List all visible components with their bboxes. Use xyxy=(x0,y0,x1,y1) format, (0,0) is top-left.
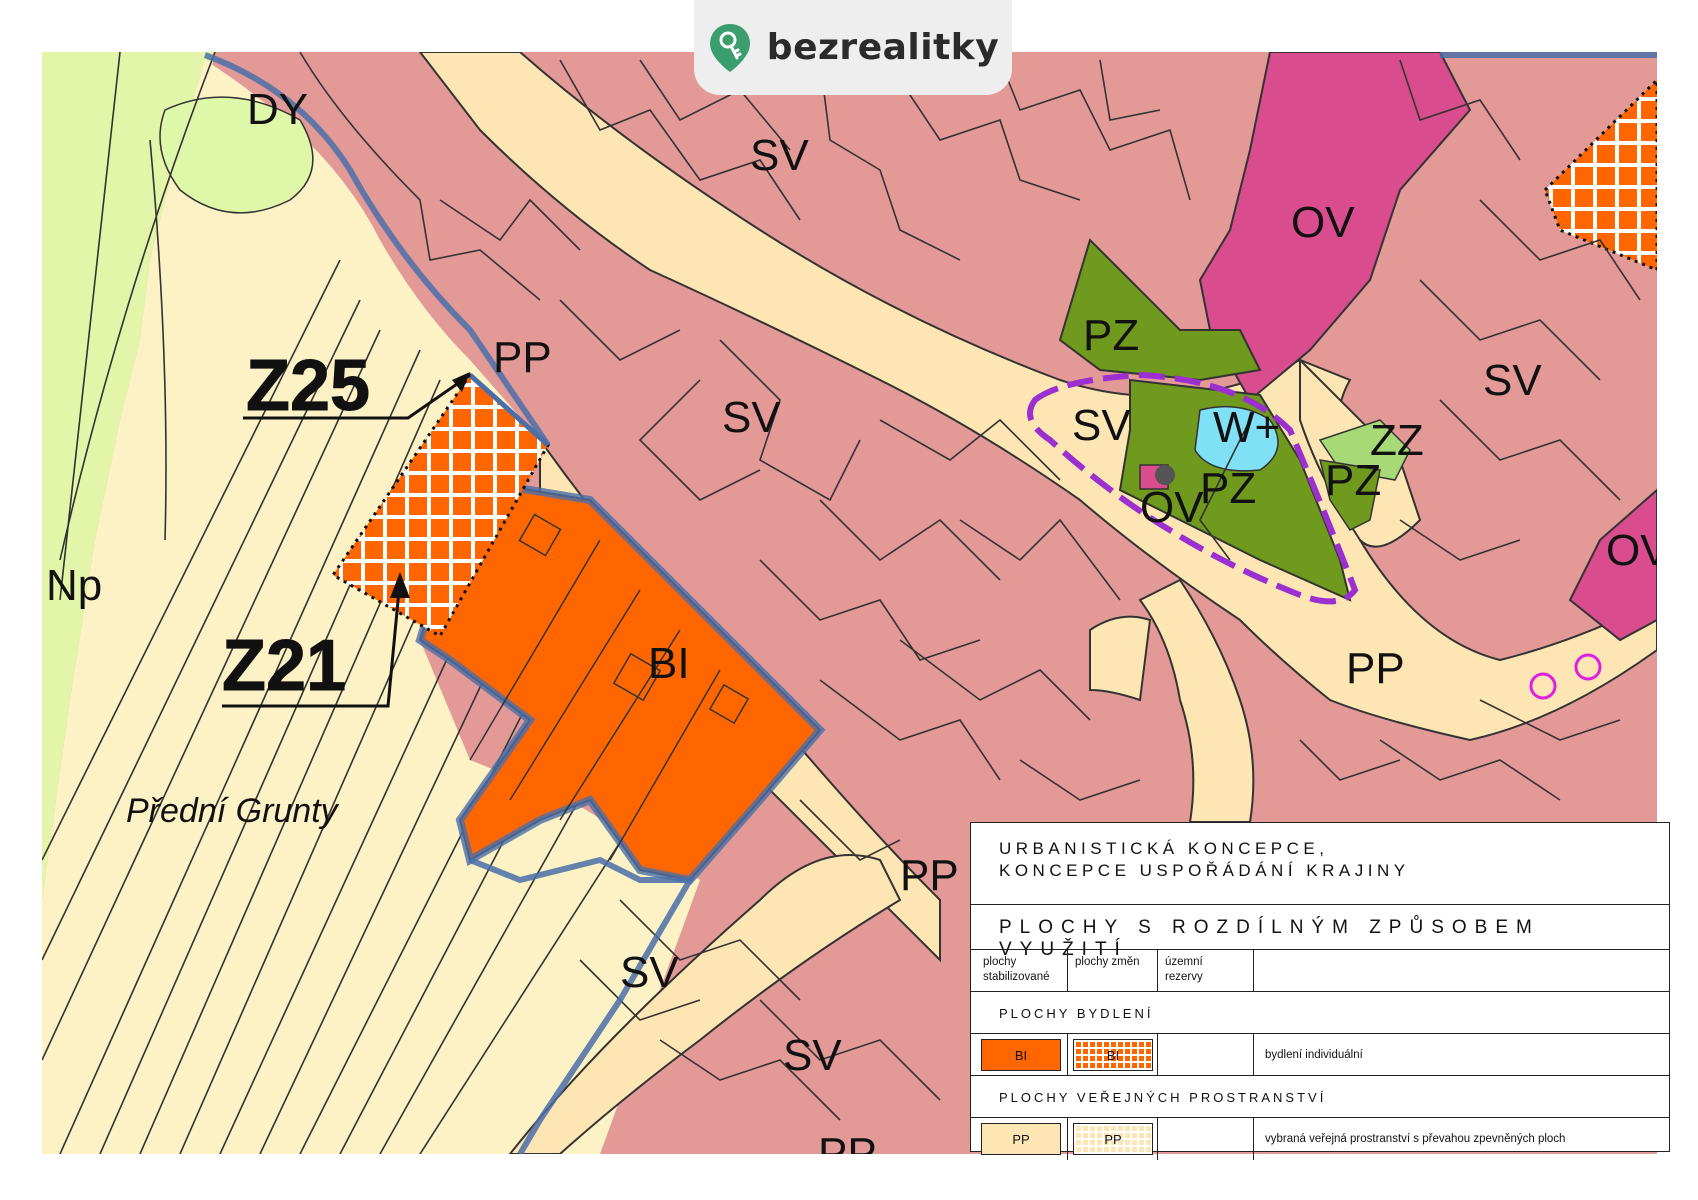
legend-columns-row: plochy stabilizované plochy změn územní … xyxy=(971,950,1669,992)
legend-section-public: PLOCHY VEŘEJNÝCH PROSTRANSTVÍ xyxy=(971,1076,1669,1118)
label-zz: ZZ xyxy=(1370,416,1424,465)
label-sv-3: SV xyxy=(1072,401,1131,450)
legend-swatch-bi-change: BI xyxy=(1073,1039,1153,1071)
label-pp-2: PP xyxy=(1346,644,1405,693)
legend-title-line1: URBANISTICKÁ KONCEPCE, xyxy=(999,839,1329,858)
label-pz-2: PZ xyxy=(1200,464,1256,513)
label-pp-1: PP xyxy=(493,333,552,382)
key-pin-icon xyxy=(709,23,750,72)
label-dy: DY xyxy=(247,85,308,134)
label-pz-1: PZ xyxy=(1083,311,1139,360)
brand-name: bezrealitky xyxy=(766,27,1000,68)
legend-col-reserves: územní rezervy xyxy=(1165,956,1203,983)
label-place-name: Přední Grunty xyxy=(126,792,340,830)
zone-label-z25: Z25 xyxy=(246,346,370,426)
legend-row-pp: PP PP vybraná veřejná prostranství s pře… xyxy=(971,1118,1669,1160)
legend-bi-description: bydlení individuální xyxy=(1265,1049,1363,1061)
label-ov-3: OV xyxy=(1606,526,1670,575)
label-sv-4: SV xyxy=(1483,356,1542,405)
label-pp-4: PP xyxy=(818,1129,877,1178)
legend-heading-row: PLOCHY S ROZDÍLNÝM ZPŮSOBEM VYUŽITÍ xyxy=(971,905,1669,960)
legend-swatch-bi-stabilized: BI xyxy=(981,1039,1061,1071)
label-np: Np xyxy=(46,561,102,610)
legend-section-public-label: PLOCHY VEŘEJNÝCH PROSTRANSTVÍ xyxy=(999,1090,1327,1105)
legend-pp-description: vybraná veřejná prostranství s převahou … xyxy=(1265,1133,1566,1145)
legend-title-line2: KONCEPCE USPOŘÁDÁNÍ KRAJINY xyxy=(999,861,1410,880)
map-legend: URBANISTICKÁ KONCEPCE, KONCEPCE USPOŘÁDÁ… xyxy=(970,822,1670,1160)
legend-section-housing: PLOCHY BYDLENÍ xyxy=(971,992,1669,1034)
label-sv-2: SV xyxy=(722,393,781,442)
label-sv-5: SV xyxy=(620,948,679,997)
legend-swatch-pp-change: PP xyxy=(1073,1123,1153,1155)
label-ov-2: OV xyxy=(1140,483,1204,532)
label-sv-1: SV xyxy=(750,131,809,180)
label-ov-1: OV xyxy=(1291,198,1355,247)
label-sv-6: SV xyxy=(783,1031,842,1080)
legend-section-housing-label: PLOCHY BYDLENÍ xyxy=(999,1006,1154,1021)
zone-label-z21: Z21 xyxy=(222,626,346,706)
label-pp-3: PP xyxy=(900,851,959,900)
brand-badge[interactable]: bezrealitky xyxy=(694,0,1012,95)
label-w-plus: W+ xyxy=(1213,403,1280,452)
label-bi: BI xyxy=(648,639,690,688)
legend-swatch-pp-stabilized: PP xyxy=(981,1123,1061,1155)
legend-col-stabilized: plochy stabilizované xyxy=(983,956,1050,983)
legend-title-row: URBANISTICKÁ KONCEPCE, KONCEPCE USPOŘÁDÁ… xyxy=(971,823,1669,905)
legend-row-bi: BI BI bydlení individuální xyxy=(971,1034,1669,1076)
legend-col-changes: plochy změn xyxy=(1075,956,1140,968)
